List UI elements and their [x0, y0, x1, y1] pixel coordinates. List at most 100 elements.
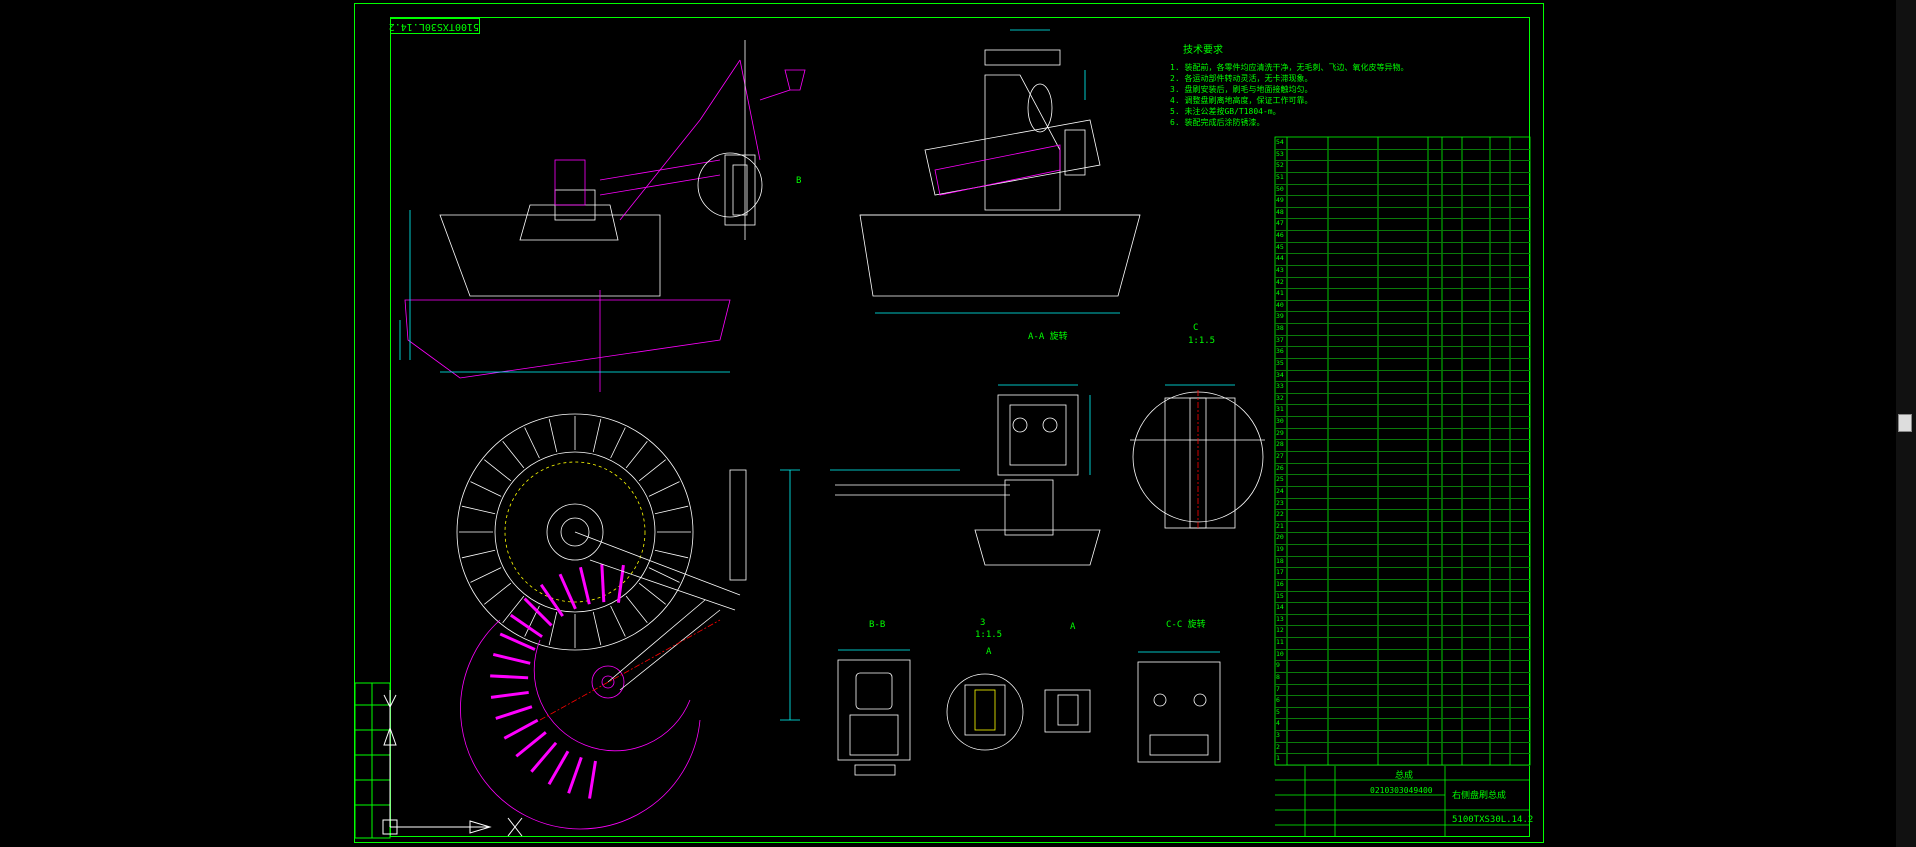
bom-item-number: 37 — [1276, 335, 1284, 344]
lower-bristle-line — [547, 750, 570, 785]
bom-item-number: 38 — [1276, 324, 1284, 333]
plan-centerline — [539, 619, 721, 721]
bristle-line — [638, 582, 666, 605]
lower-bristle-line — [515, 731, 547, 758]
bom-item-number: 8 — [1276, 672, 1280, 681]
view-b-b — [837, 649, 911, 776]
bristle-line — [470, 481, 502, 497]
bristle-line — [502, 441, 525, 469]
lower-bristle-line — [490, 674, 529, 680]
label-c-c: C-C 旋转 — [1166, 620, 1206, 630]
drawing-number: 5100TXS30L.14.2 — [1452, 815, 1534, 825]
bristle-line — [654, 549, 689, 559]
plan-arms — [574, 469, 747, 691]
plan-dimensions — [780, 469, 800, 721]
lower-bristle-line — [503, 718, 539, 740]
bom-item-number: 43 — [1276, 265, 1284, 274]
lower-bristle-line — [567, 756, 583, 794]
bom-item-number: 35 — [1276, 358, 1284, 367]
bom-item-number: 18 — [1276, 556, 1284, 565]
lower-bristle-line — [499, 632, 536, 651]
bristle-line — [484, 459, 512, 482]
bom-item-number: 47 — [1276, 219, 1284, 228]
label-b-mark: B — [796, 176, 802, 186]
bom-item-number: 15 — [1276, 591, 1284, 600]
front-brush-cone — [859, 214, 1141, 297]
bom-item-number: 48 — [1276, 207, 1284, 216]
side-view-dimensions — [399, 210, 730, 373]
label-a-scale-bottom: 1:1.5 — [975, 630, 1003, 640]
lower-bristle-line — [492, 652, 531, 665]
bom-item-number: 46 — [1276, 231, 1284, 240]
bom-item-number: 41 — [1276, 289, 1284, 298]
lower-bristle-line — [530, 741, 558, 773]
bom-item-number: 25 — [1276, 475, 1284, 484]
bom-row: 1 — [1275, 753, 1530, 766]
bristle-line — [610, 605, 626, 637]
lower-bristle-line — [558, 573, 577, 610]
bom-item-number: 14 — [1276, 603, 1284, 612]
bom-item-number: 50 — [1276, 184, 1284, 193]
lower-bristle-line — [600, 564, 606, 603]
bom-item-number: 30 — [1276, 417, 1284, 426]
bristle-line — [654, 505, 689, 515]
cad-drawing-canvas[interactable] — [0, 0, 1916, 847]
note-line: 3. 盘刷安装后，刷毛与地面接触均匀。 — [1170, 85, 1313, 94]
bristle-line — [648, 481, 680, 497]
bom-item-number: 29 — [1276, 428, 1284, 437]
bom-item-number: 53 — [1276, 149, 1284, 158]
bom-item-number: 1 — [1276, 754, 1280, 763]
view-c-c — [1137, 651, 1221, 763]
note-line: 2. 各运动部件转动灵活，无卡滞现象。 — [1170, 74, 1313, 83]
label-b-b: B-B — [869, 620, 886, 630]
bom-item-number: 40 — [1276, 300, 1284, 309]
label-a-scale-top: 3 — [980, 618, 986, 628]
detail-c — [1130, 384, 1265, 530]
bom-item-number: 33 — [1276, 382, 1284, 391]
bom-item-number: 22 — [1276, 510, 1284, 519]
bom-item-number: 11 — [1276, 638, 1284, 647]
bom-item-number: 31 — [1276, 405, 1284, 414]
drawing-name: 右侧盘刷总成 — [1452, 791, 1507, 801]
notes-title: 技术要求 — [1183, 45, 1223, 56]
bom-item-number: 12 — [1276, 626, 1284, 635]
bom-item-number: 3 — [1276, 731, 1280, 740]
bom-item-number: 2 — [1276, 742, 1280, 751]
lower-bristle-line — [490, 690, 529, 699]
bristle-line — [461, 549, 496, 559]
rotated-drawing-stamp: 5100TXS30L.14.2 — [389, 18, 480, 34]
bom-item-number: 4 — [1276, 719, 1280, 728]
label-c-scale-top: C — [1193, 323, 1199, 333]
bristle-line — [524, 427, 540, 459]
title-label: 总成 — [1395, 771, 1414, 781]
label-c-scale-bottom: 1:1.5 — [1188, 336, 1216, 346]
bom-item-number: 17 — [1276, 568, 1284, 577]
note-line: 1. 装配前，各零件均应清洗干净，无毛刺、飞边、氧化皮等异物。 — [1170, 63, 1409, 72]
bom-item-number: 5 — [1276, 707, 1280, 716]
bom-item-number: 13 — [1276, 614, 1284, 623]
bom-item-number: 42 — [1276, 277, 1284, 286]
mount-bracket — [697, 40, 763, 240]
note-line: 6. 装配完成后涂防锈漆。 — [1170, 118, 1265, 127]
bom-item-number: 32 — [1276, 393, 1284, 402]
lower-brush — [404, 290, 731, 392]
scrollbar-thumb[interactable] — [1898, 414, 1912, 432]
vertical-scrollbar[interactable] — [1896, 0, 1916, 847]
bom-item-number: 45 — [1276, 242, 1284, 251]
bom-item-number: 36 — [1276, 347, 1284, 356]
bom-item-number: 34 — [1276, 370, 1284, 379]
notes-list: 1. 装配前，各零件均应清洗干净，无毛刺、飞边、氧化皮等异物。 2. 各运动部件… — [1170, 62, 1408, 128]
bom-item-number: 7 — [1276, 684, 1280, 693]
bom-item-number: 39 — [1276, 312, 1284, 321]
plan-view — [456, 413, 800, 830]
lower-bristle-line — [578, 566, 591, 605]
bom-item-number: 6 — [1276, 696, 1280, 705]
bristle-line — [625, 441, 648, 469]
lower-bristle-line — [495, 705, 533, 720]
bristle-line — [548, 418, 558, 453]
note-line: 4. 调整盘刷离地高度，保证工作可靠。 — [1170, 96, 1313, 105]
bom-item-number: 23 — [1276, 498, 1284, 507]
bom-item-number: 10 — [1276, 649, 1284, 658]
front-view-dimensions — [875, 29, 1120, 314]
bristle-line — [461, 505, 496, 515]
